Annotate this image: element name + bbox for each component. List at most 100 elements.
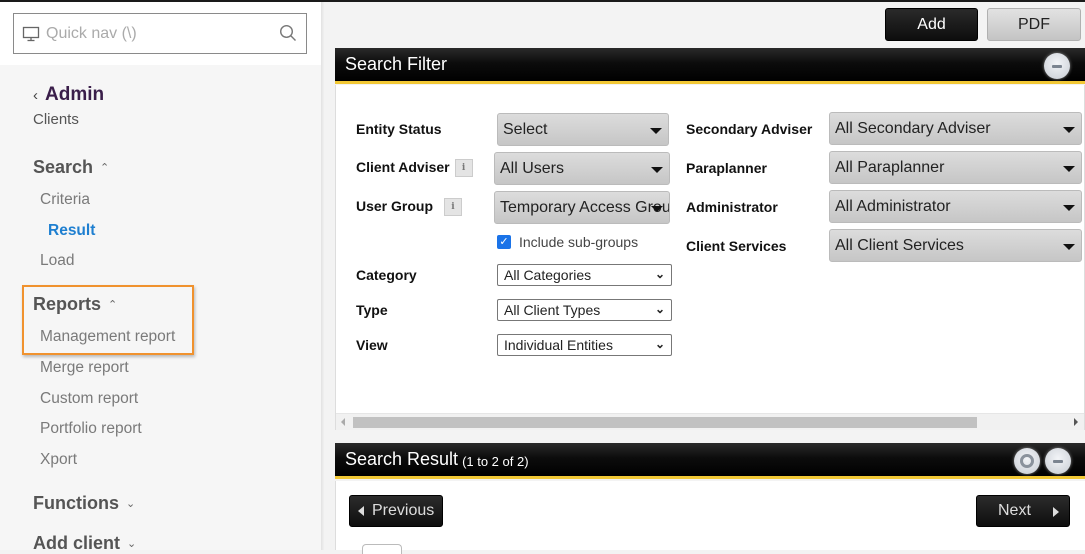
section-add-client[interactable]: Add client ⌄ [33,533,136,554]
chevron-up-icon: ⌃ [108,299,118,311]
sidebar-item-portfolio-report[interactable]: Portfolio report [40,420,142,438]
add-button[interactable]: Add [885,8,978,41]
gear-icon [1020,454,1034,468]
user-group-label-text: User Group [356,198,434,214]
caret-down-icon [1063,244,1075,250]
info-icon[interactable]: i [454,159,473,178]
quick-nav-field[interactable] [13,13,307,54]
sidebar-divider [321,2,324,550]
paraplanner-value: All Paraplanner [835,158,945,176]
caret-down-icon [650,128,662,134]
sidebar-item-merge-report[interactable]: Merge report [40,359,129,377]
client-services-label: Client Services [686,238,787,254]
section-add-client-label: Add client [33,533,121,553]
entity-status-label: Entity Status [356,121,442,137]
next-button[interactable]: Next [976,495,1070,527]
top-border [0,0,1085,2]
search-result-header: Search Result (1 to 2 of 2) [335,443,1085,479]
search-icon[interactable] [279,24,297,42]
type-select[interactable]: All Client Types ⌄ [497,299,672,321]
user-group-dropdown[interactable]: Temporary Access Group [494,191,670,224]
minus-icon [1052,64,1062,68]
row-control-partial[interactable] [362,544,402,554]
admin-title: Admin [45,84,105,105]
sidebar-item-criteria[interactable]: Criteria [40,191,90,209]
section-functions-label: Functions [33,493,119,513]
chevron-down-icon: ⌄ [127,538,137,550]
minus-icon [1053,459,1063,463]
scroll-right-arrow-icon[interactable] [1074,418,1078,426]
quick-nav-container [0,2,321,65]
sidebar-item-load[interactable]: Load [40,252,74,270]
secondary-adviser-label: Secondary Adviser [686,121,813,137]
horizontal-scrollbar[interactable] [336,413,1084,430]
pdf-button[interactable]: PDF [987,8,1081,41]
sidebar-item-xport[interactable]: Xport [40,451,77,469]
type-label: Type [356,302,388,318]
sidebar-item-management-report[interactable]: Management report [40,328,175,346]
chevron-down-icon: ⌄ [654,337,665,351]
include-subgroups-checkbox[interactable]: ✓ Include sub-groups [497,234,638,250]
caret-left-icon [358,506,364,516]
sidebar: ‹ Admin Clients Search ⌃ Criteria Result… [0,2,321,553]
search-result-body [335,481,1085,550]
paraplanner-label: Paraplanner [686,160,767,176]
type-value: All Client Types [504,302,601,318]
chevron-down-icon: ⌄ [654,267,665,281]
include-subgroups-label: Include sub-groups [519,234,639,250]
search-filter-title: Search Filter [345,54,448,74]
administrator-value: All Administrator [835,197,951,215]
section-functions[interactable]: Functions ⌄ [33,493,135,514]
result-settings-button[interactable] [1014,448,1040,474]
category-value: All Categories [504,267,592,283]
category-label: Category [356,267,417,283]
previous-button[interactable]: Previous [349,495,443,527]
client-services-value: All Client Services [835,236,964,254]
view-value: Individual Entities [504,337,613,353]
client-adviser-value: All Users [500,159,565,177]
scroll-left-arrow-icon[interactable] [341,418,345,426]
collapse-filter-button[interactable] [1044,53,1070,79]
search-filter-header: Search Filter [335,48,1085,84]
sidebar-item-result[interactable]: Result [48,222,95,240]
client-adviser-label: Client Adviser i [356,159,473,178]
entity-status-dropdown[interactable]: Select [497,113,669,146]
administrator-dropdown[interactable]: All Administrator [829,190,1082,223]
caret-down-icon [1063,205,1075,211]
category-select[interactable]: All Categories ⌄ [497,264,672,286]
administrator-label: Administrator [686,199,778,215]
section-reports[interactable]: Reports ⌃ [33,294,117,315]
caret-down-icon [1063,127,1075,133]
monitor-icon [22,26,40,41]
chevron-up-icon: ⌃ [100,162,110,174]
view-select[interactable]: Individual Entities ⌄ [497,334,672,356]
back-to-admin-link[interactable]: ‹ Admin [33,84,104,106]
previous-label: Previous [372,502,435,519]
client-adviser-label-text: Client Adviser [356,159,450,175]
sidebar-item-custom-report[interactable]: Custom report [40,390,138,408]
quick-nav-input[interactable] [46,24,266,43]
secondary-adviser-dropdown[interactable]: All Secondary Adviser [829,112,1082,145]
paraplanner-dropdown[interactable]: All Paraplanner [829,151,1082,184]
client-services-dropdown[interactable]: All Client Services [829,229,1082,262]
section-search[interactable]: Search ⌃ [33,157,109,178]
next-label: Next [998,502,1031,519]
section-search-label: Search [33,157,94,177]
caret-down-icon [651,167,663,173]
search-result-title: Search Result [345,449,459,469]
info-icon[interactable]: i [444,198,463,217]
client-adviser-dropdown[interactable]: All Users [494,152,670,185]
caret-down-icon [651,206,663,212]
chevron-down-icon: ⌄ [126,498,136,510]
scrollbar-thumb[interactable] [353,417,977,428]
entity-status-value: Select [503,120,548,138]
clients-subtitle: Clients [33,111,79,128]
chevron-left-icon: ‹ [33,87,38,104]
caret-down-icon [1063,166,1075,172]
chevron-down-icon: ⌄ [654,302,665,316]
caret-right-icon [1053,507,1059,517]
user-group-label: User Group i [356,198,463,217]
collapse-result-button[interactable] [1045,448,1071,474]
view-label: View [356,337,388,353]
user-group-value: Temporary Access Group [500,198,670,216]
